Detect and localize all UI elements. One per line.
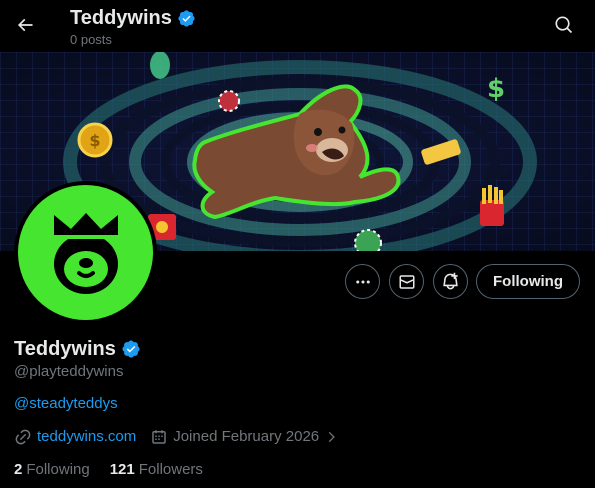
avatar[interactable]	[14, 181, 157, 324]
bell-plus-icon	[443, 272, 458, 290]
svg-text:$: $	[487, 74, 505, 104]
header-title: Teddywins	[70, 7, 172, 29]
profile-meta: teddywins.com Joined February 2026	[14, 428, 352, 446]
following-count: 2	[14, 461, 23, 478]
chevron-right-icon	[328, 431, 335, 443]
bio-mention-link[interactable]: @steadyteddys	[14, 395, 118, 413]
followers-count: 121	[109, 461, 135, 478]
joined-date: Joined February 2026	[173, 428, 320, 445]
followers-label: Followers	[138, 461, 203, 478]
search-button[interactable]	[547, 8, 581, 42]
profile-name-row: Teddywins	[14, 337, 141, 361]
follow-stats: 2 Following 121 Followers	[14, 461, 223, 479]
calendar-icon	[152, 430, 166, 444]
message-button[interactable]	[389, 264, 424, 299]
more-horizontal-icon	[355, 280, 370, 283]
profile-handle: @playteddywins	[14, 363, 124, 380]
svg-text:$: $	[89, 131, 100, 150]
back-button[interactable]	[8, 8, 42, 42]
avatar-logo	[18, 185, 153, 320]
website-link[interactable]: teddywins.com	[37, 428, 136, 446]
profile-name: Teddywins	[14, 338, 116, 360]
verified-badge-icon[interactable]	[121, 339, 141, 359]
header-title-block: Teddywins 0 posts	[70, 6, 196, 48]
search-icon	[555, 16, 573, 34]
followers-stat-link[interactable]: 121 Followers	[110, 461, 203, 479]
following-button[interactable]: Following	[476, 264, 580, 299]
teddy-crown-logo-icon	[53, 212, 118, 294]
top-bar: Teddywins 0 posts	[0, 0, 595, 52]
website-item: teddywins.com	[14, 428, 136, 446]
more-options-button[interactable]	[345, 264, 380, 299]
joined-item[interactable]: Joined February 2026	[150, 428, 338, 446]
envelope-icon	[398, 274, 414, 289]
post-count: 0 posts	[70, 32, 112, 47]
link-icon	[15, 429, 31, 445]
following-stat-link[interactable]: 2 Following	[14, 461, 90, 479]
verified-badge-icon	[178, 9, 195, 27]
arrow-left-icon	[17, 18, 33, 32]
following-label: Following	[26, 461, 90, 478]
notifications-button[interactable]	[433, 264, 468, 299]
